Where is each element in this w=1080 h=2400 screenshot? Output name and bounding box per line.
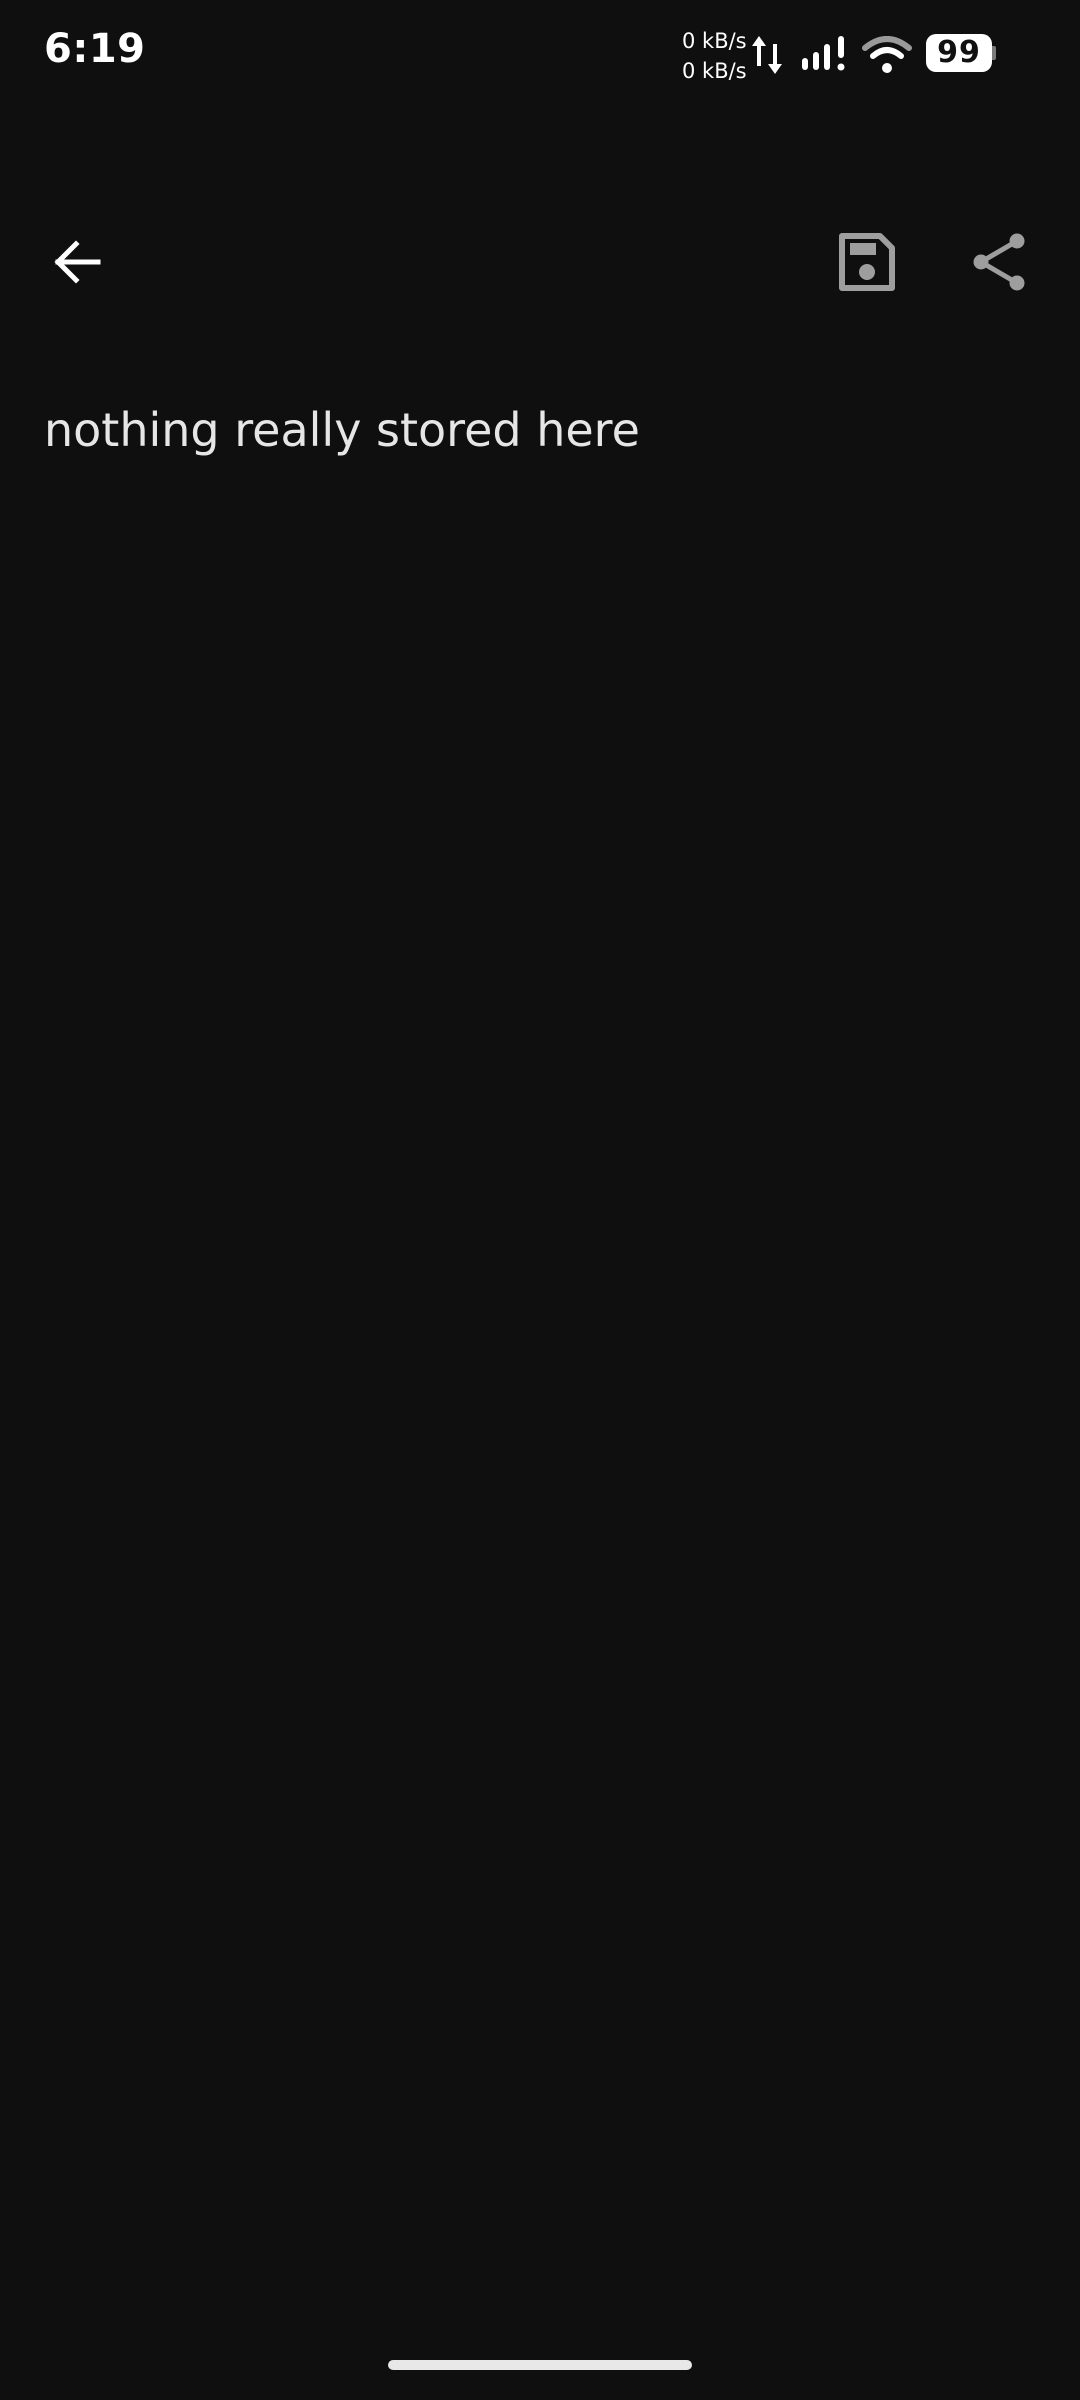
floppy-disk-icon bbox=[839, 233, 895, 291]
share-icon bbox=[973, 233, 1025, 291]
battery-icon: 99 bbox=[926, 34, 996, 72]
save-button[interactable] bbox=[806, 200, 926, 324]
signal-icon bbox=[800, 34, 850, 78]
back-button[interactable] bbox=[18, 200, 138, 324]
network-speed: 0 kB/s 0 kB/s bbox=[682, 26, 747, 86]
battery-level: 99 bbox=[937, 35, 981, 70]
download-speed: 0 kB/s bbox=[682, 59, 747, 83]
status-bar: 6:19 0 kB/s 0 kB/s 99 bbox=[0, 0, 1080, 110]
gesture-navigation-bar[interactable] bbox=[388, 2360, 692, 2370]
status-time: 6:19 bbox=[44, 26, 146, 72]
toolbar bbox=[0, 200, 1080, 324]
note-content[interactable]: nothing really stored here bbox=[44, 398, 1034, 462]
wifi-icon bbox=[862, 36, 912, 78]
data-arrows-icon bbox=[748, 32, 788, 82]
share-button[interactable] bbox=[940, 200, 1060, 324]
upload-speed: 0 kB/s bbox=[682, 29, 747, 53]
arrow-left-icon bbox=[54, 240, 101, 284]
